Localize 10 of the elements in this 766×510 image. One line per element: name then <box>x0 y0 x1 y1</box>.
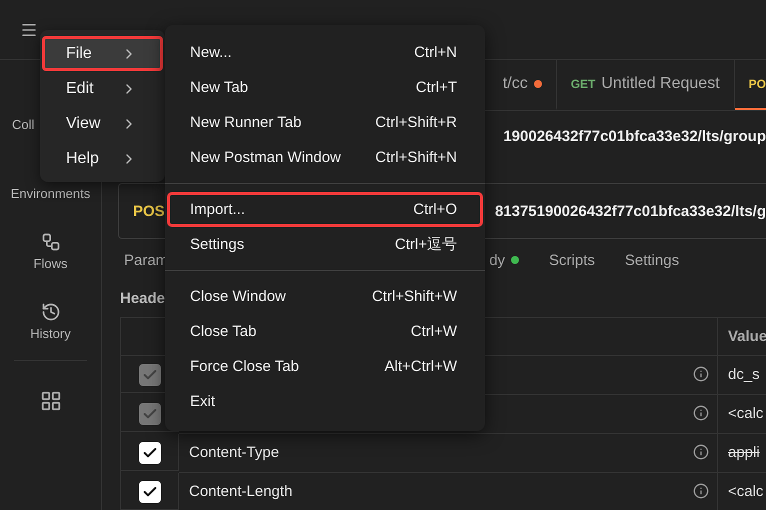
header-value: appli <box>728 444 760 461</box>
method-label: POS <box>133 202 165 220</box>
url-text: 81375190026432f77c01bfca33e32/lts/g <box>494 202 766 220</box>
header-value: dc_s <box>728 366 760 383</box>
section-heading: Heade <box>120 290 166 306</box>
header-value: <calc <box>728 483 764 500</box>
header-key: Content-Length <box>189 483 292 500</box>
header-key: Content-Type <box>189 444 280 461</box>
header-value: <calc <box>728 405 764 422</box>
url-text: 190026432f77c01bfca33e32/lts/group <box>503 128 766 144</box>
